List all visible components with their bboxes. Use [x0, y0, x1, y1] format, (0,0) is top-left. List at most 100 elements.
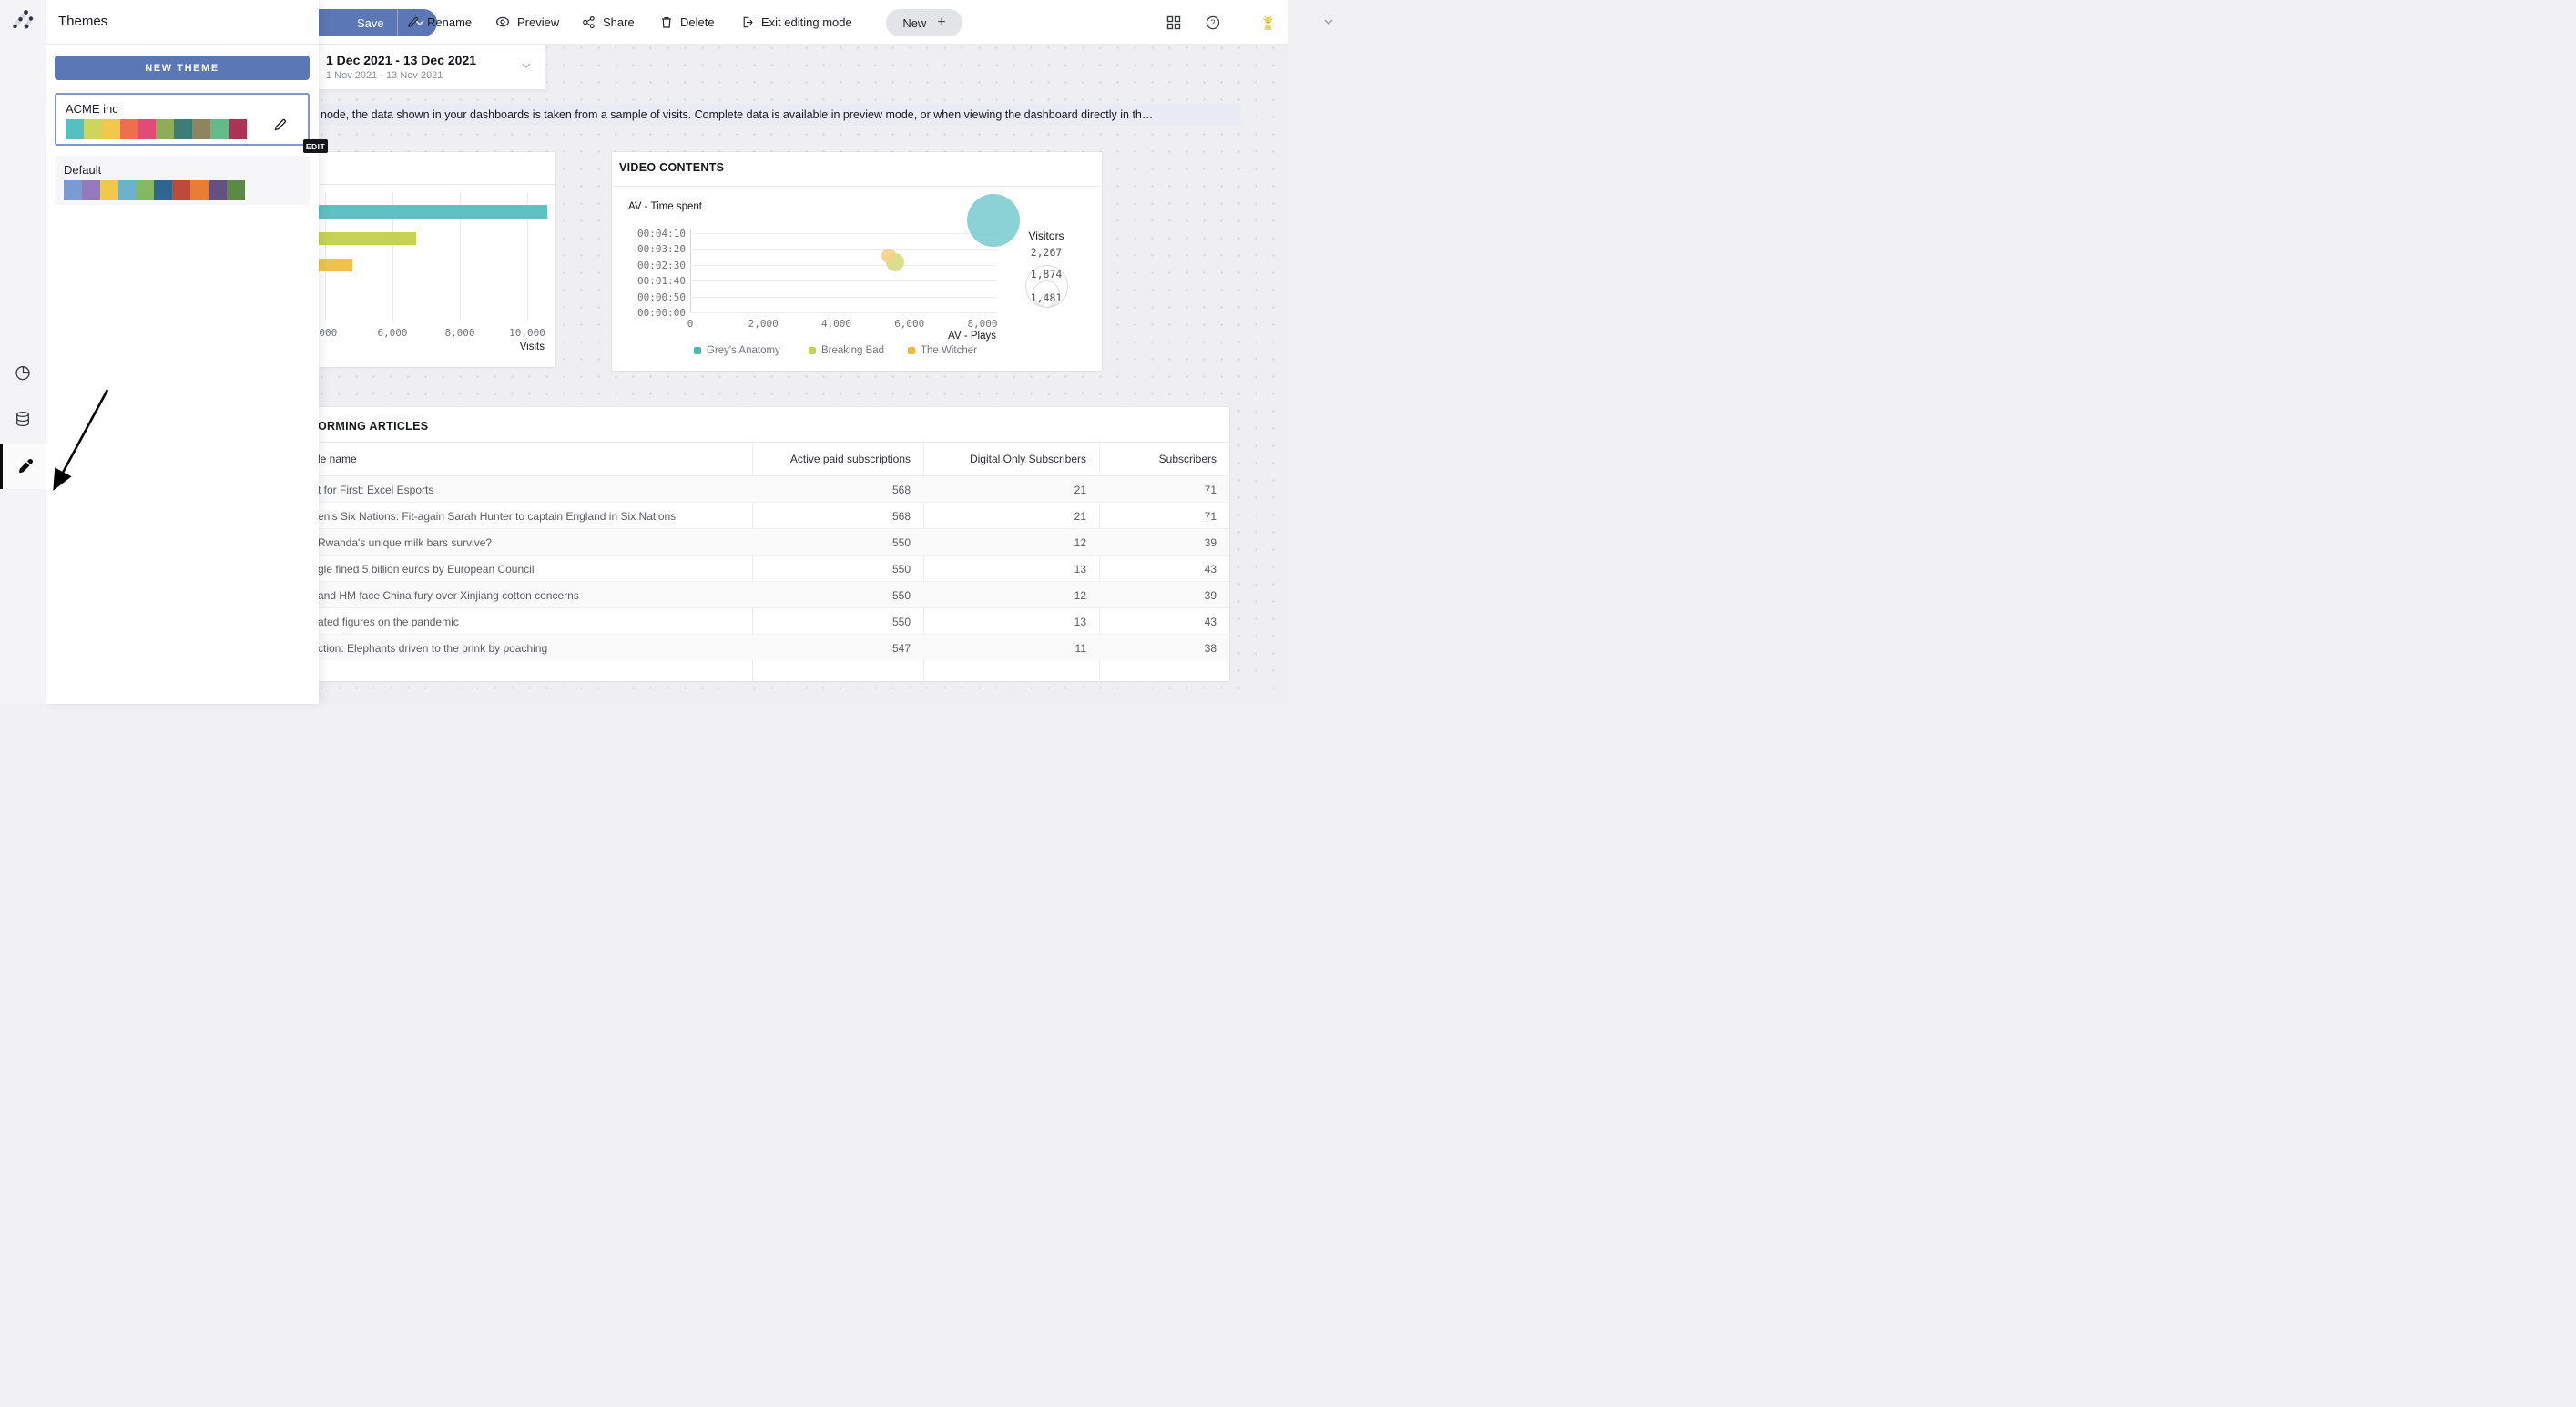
legend-item[interactable]: The Witcher	[908, 345, 977, 356]
table-title: ORMING ARTICLES	[318, 420, 428, 433]
size-legend-value: 1,481	[1010, 291, 1083, 304]
bar-x-axis-label: Visits	[520, 342, 545, 352]
eye-icon	[495, 15, 510, 28]
value-cell: 39	[1099, 582, 1217, 608]
video-contents-card: VIDEO CONTENTS AV - Time spent 00:00:000…	[612, 152, 1102, 371]
database-icon[interactable]	[15, 411, 31, 427]
x-tick-label: 2,000	[736, 318, 790, 330]
color-swatch	[156, 119, 174, 139]
edit-tooltip: EDIT	[303, 139, 328, 153]
color-swatch	[102, 119, 120, 139]
value-cell: 39	[1099, 529, 1217, 556]
column-header: Subscribers	[1099, 442, 1217, 475]
color-swatch	[120, 119, 138, 139]
article-name-cell: gle fined 5 billion euros by European Co…	[318, 556, 739, 582]
value-cell: 568	[752, 503, 911, 529]
x-tick-label: 8,000	[955, 318, 1010, 330]
value-cell: 11	[923, 635, 1086, 661]
value-cell: 43	[1099, 608, 1217, 635]
svg-text:?: ?	[1210, 18, 1215, 27]
legend-label: Breaking Bad	[821, 345, 884, 356]
value-cell: 71	[1099, 476, 1217, 503]
legend-item[interactable]: Grey's Anatomy	[694, 345, 780, 356]
value-cell: 12	[923, 529, 1086, 556]
color-swatch	[100, 180, 118, 200]
delete-button[interactable]: Delete	[660, 0, 715, 44]
rename-button[interactable]: Rename	[406, 0, 472, 44]
pie-chart-icon[interactable]	[15, 365, 31, 382]
y-axis-line	[690, 229, 691, 312]
scatter-x-axis-label: AV - Plays	[948, 331, 996, 342]
color-swatch	[190, 180, 209, 200]
article-name-cell: Rwanda's unique milk bars survive?	[318, 529, 739, 556]
exit-icon	[740, 15, 754, 29]
chevron-down-icon[interactable]	[1324, 19, 1333, 25]
column-header: Digital Only Subscribers	[923, 442, 1086, 475]
legend-swatch	[908, 347, 915, 354]
color-swatch	[192, 119, 210, 139]
sampling-notice-bar: node, the data shown in your dashboards …	[273, 104, 1241, 126]
table-row: gle fined 5 billion euros by European Co…	[273, 555, 1229, 581]
value-cell: 547	[752, 635, 911, 661]
y-tick-label: 00:04:10	[631, 228, 686, 240]
color-swatch	[229, 119, 247, 139]
theme-card-default[interactable]: Default	[55, 156, 310, 205]
date-range-comparison: 1 Nov 2021 - 13 Nov 2021	[326, 70, 443, 81]
themes-panel-title: Themes	[58, 14, 107, 29]
x-tick-label: 10,000	[498, 327, 556, 339]
edit-theme-icon[interactable]	[273, 117, 288, 132]
x-tick-label: 8,000	[431, 327, 489, 339]
size-legend-value: 2,267	[1010, 246, 1083, 259]
app-sidebar	[0, 0, 46, 704]
legend-item[interactable]: Breaking Bad	[809, 345, 884, 356]
preview-button[interactable]: Preview	[495, 0, 559, 44]
exit-editing-mode-button[interactable]: Exit editing mode	[740, 0, 852, 44]
new-button[interactable]: New +	[886, 9, 962, 36]
y-tick-label: 00:00:50	[631, 291, 686, 303]
color-swatch	[174, 119, 192, 139]
color-swatch	[137, 180, 155, 200]
x-tick-label: 0	[663, 318, 718, 330]
y-tick-label: 00:01:40	[631, 275, 686, 287]
theme-color-swatches	[64, 180, 245, 200]
card-divider	[612, 186, 1102, 187]
article-name-cell: ction: Elephants driven to the brink by …	[318, 635, 739, 661]
color-swatch	[209, 180, 227, 200]
value-cell: 21	[923, 476, 1086, 503]
gridline	[690, 249, 996, 250]
color-swatch	[227, 180, 245, 200]
legend-label: The Witcher	[921, 345, 977, 356]
plus-icon: +	[937, 15, 945, 31]
y-tick-label: 00:03:20	[631, 243, 686, 255]
x-tick-label: 4,000	[809, 318, 864, 330]
app-logo	[12, 9, 34, 31]
new-theme-button[interactable]: NEW THEME	[55, 56, 310, 80]
value-cell: 568	[752, 476, 911, 503]
value-cell: 43	[1099, 556, 1217, 582]
preview-label: Preview	[517, 15, 559, 29]
article-name-cell: t for First: Excel Esports	[318, 476, 739, 503]
color-swatch	[118, 180, 137, 200]
new-button-label: New	[902, 16, 926, 30]
y-tick-label: 00:02:30	[631, 260, 686, 271]
gridline	[690, 280, 996, 281]
date-range-selector[interactable]: 1 Dec 2021 - 13 Dec 2021 1 Nov 2021 - 13…	[319, 45, 546, 89]
share-label: Share	[603, 15, 635, 29]
x-tick-label: 6,000	[363, 327, 422, 339]
x-tick-label: 6,000	[882, 318, 937, 330]
theme-card-acme[interactable]: ACME inc	[55, 93, 310, 146]
share-button[interactable]: Share	[582, 0, 635, 44]
help-icon[interactable]: ?	[1206, 15, 1220, 30]
value-cell: 21	[923, 503, 1086, 529]
avatar[interactable]	[1260, 15, 1276, 31]
theme-tool-active-item[interactable]	[0, 444, 46, 489]
table-row: t for First: Excel Esports 568 21 71	[273, 475, 1229, 502]
eyedropper-icon	[17, 458, 34, 474]
apps-grid-icon[interactable]	[1166, 15, 1181, 30]
color-swatch	[64, 180, 82, 200]
delete-label: Delete	[680, 15, 715, 29]
exit-editing-mode-label: Exit editing mode	[761, 15, 852, 29]
gridline	[690, 233, 996, 234]
table-row: en's Six Nations: Fit-again Sarah Hunter…	[273, 502, 1229, 528]
legend-label: Grey's Anatomy	[707, 345, 780, 356]
